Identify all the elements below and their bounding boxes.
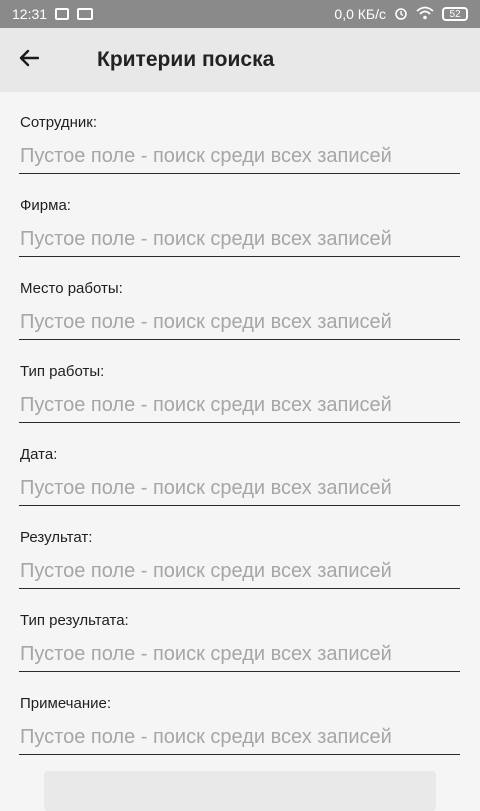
field-label-work-type: Тип работы: — [20, 363, 105, 380]
square-notification-icon — [55, 8, 70, 20]
field-result: Результат: — [19, 507, 460, 590]
result-type-input[interactable] — [19, 642, 460, 672]
field-label-workplace: Место работы: — [20, 280, 123, 297]
field-label-date: Дата: — [20, 446, 58, 463]
bottom-action-area[interactable] — [44, 771, 436, 811]
field-workplace: Место работы: — [19, 258, 460, 341]
employee-input[interactable] — [19, 144, 460, 174]
company-input[interactable] — [19, 227, 460, 257]
field-work-type: Тип работы: — [19, 341, 460, 424]
note-input[interactable] — [19, 725, 460, 755]
arrow-left-icon — [19, 49, 40, 72]
field-label-result-type: Тип результата: — [20, 612, 129, 629]
field-label-company: Фирма: — [20, 197, 71, 214]
field-label-employee: Сотрудник: — [20, 114, 98, 131]
result-input[interactable] — [19, 559, 460, 589]
field-label-result: Результат: — [20, 529, 93, 546]
page-title: Критерии поиска — [97, 48, 275, 71]
alarm-icon — [394, 6, 408, 23]
battery-level: 52 — [449, 8, 461, 20]
work-type-input[interactable] — [19, 393, 460, 423]
date-input[interactable] — [19, 476, 460, 506]
workplace-input[interactable] — [19, 310, 460, 340]
app-bar: Критерии поиска — [0, 28, 480, 92]
status-bar: 12:31 0,0 КБ/с 52 — [0, 0, 480, 28]
network-speed: 0,0 КБ/с — [334, 6, 386, 22]
field-note: Примечание: — [19, 673, 460, 756]
battery-icon: 52 — [442, 7, 468, 21]
wifi-icon — [416, 6, 434, 23]
field-date: Дата: — [19, 424, 460, 507]
search-criteria-form: Сотрудник: Фирма: Место работы: Тип рабо… — [0, 92, 480, 756]
field-result-type: Тип результата: — [19, 590, 460, 673]
status-time: 12:31 — [12, 6, 48, 22]
field-label-note: Примечание: — [20, 695, 111, 712]
back-button[interactable] — [19, 32, 75, 88]
message-icon — [77, 8, 94, 20]
field-employee: Сотрудник: — [19, 92, 460, 175]
field-company: Фирма: — [19, 175, 460, 258]
